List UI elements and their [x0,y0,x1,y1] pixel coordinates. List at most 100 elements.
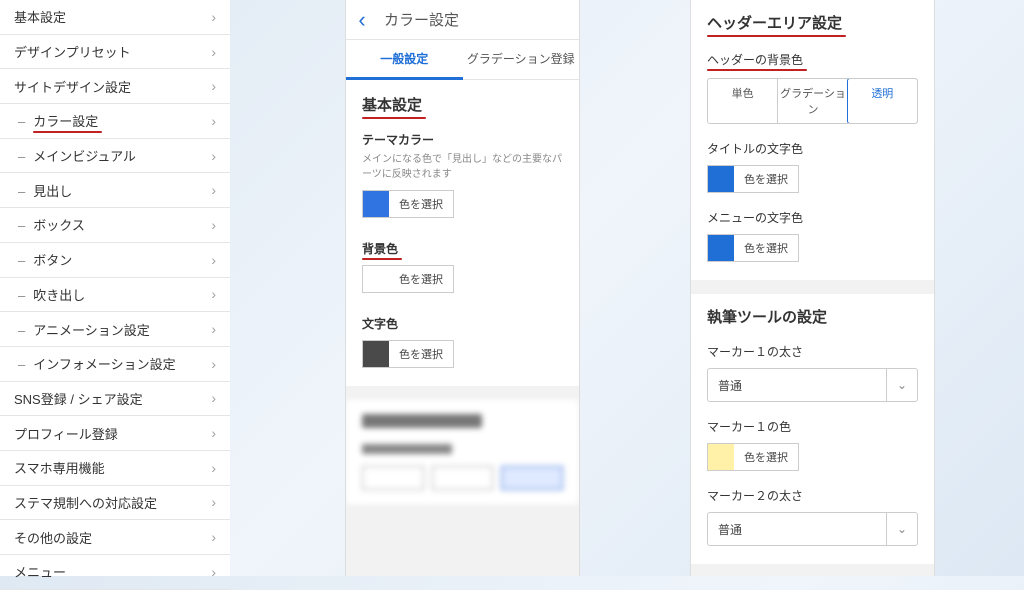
sidebar-item-label: ボタン [33,253,72,268]
sidebar-item-design-preset[interactable]: デザインプリセット › [0,35,230,70]
sidebar-item-profile[interactable]: プロフィール登録 › [0,416,230,451]
sidebar-item-label: インフォメーション設定 [33,357,175,372]
bg-color-picker[interactable]: 色を選択 [362,265,454,293]
color-swatch [363,191,389,217]
dash-icon: – [18,288,25,303]
chevron-right-icon: › [211,494,216,510]
marker2-thickness-select[interactable]: 普通 ⌄ [707,512,918,546]
seg-transparent[interactable]: 透明 [847,78,918,124]
tab-general[interactable]: 一般設定 [346,40,463,80]
section-title: 執筆ツールの設定 [707,306,827,327]
sidebar-item-label: カラー設定 [33,114,98,129]
sidebar-item-button[interactable]: –ボタン › [0,243,230,278]
back-button[interactable]: ‹ [346,7,378,33]
color-settings-panel: ‹ カラー設定 一般設定 グラデーション登録 基本設定 テーマカラー メインにな… [345,0,580,576]
sidebar-item-label: デザインプリセット [14,42,131,61]
color-pick-label: 色を選択 [389,346,453,362]
color-swatch [708,235,734,261]
sidebar-item-label: 基本設定 [14,7,66,26]
section-title: ヘッダーエリア設定 [707,12,842,33]
basic-settings-section: 基本設定 テーマカラー メインになる色で「見出し」などの主要なパーツに反映されま… [346,80,579,386]
theme-color-label: テーマカラー [362,131,563,148]
sidebar-item-information[interactable]: –インフォメーション設定 › [0,347,230,382]
seg-gradient[interactable]: グラデーション [777,79,847,123]
sidebar-item-label: ボックス [33,218,85,233]
sidebar-item-label: 見出し [33,184,72,199]
chevron-right-icon: › [211,356,216,372]
sidebar-item-label: SNS登録 / シェア設定 [14,389,143,408]
color-pick-label: 色を選択 [734,240,798,256]
seg-solid[interactable]: 単色 [708,79,777,123]
chevron-down-icon: ⌄ [886,513,907,545]
sidebar-item-label: メインビジュアル [33,149,136,164]
chevron-right-icon: › [211,217,216,233]
dash-icon: – [18,218,25,233]
sidebar-item-color-settings[interactable]: –カラー設定 › [0,104,230,139]
panel-title: カラー設定 [378,9,579,30]
sidebar-item-label: スマホ専用機能 [14,458,105,477]
sidebar-item-smartphone[interactable]: スマホ専用機能 › [0,451,230,486]
sidebar-item-label: 吹き出し [33,288,85,303]
panel-body: 基本設定 テーマカラー メインになる色で「見出し」などの主要なパーツに反映されま… [346,80,579,576]
chevron-down-icon: ⌄ [886,369,907,401]
marker1-color-picker[interactable]: 色を選択 [707,443,799,471]
select-value: 普通 [718,377,742,394]
sidebar-item-menu[interactable]: メニュー › [0,555,230,590]
right-panel-body: ヘッダーエリア設定 ヘッダーの背景色 単色 グラデーション 透明 タイトルの文字… [691,0,934,576]
chevron-right-icon: › [211,425,216,441]
chevron-right-icon: › [211,460,216,476]
tab-gradient[interactable]: グラデーション登録 [463,40,580,79]
title-color-picker[interactable]: 色を選択 [707,165,799,193]
sidebar-item-speech-bubble[interactable]: –吹き出し › [0,278,230,313]
header-area-panel: ヘッダーエリア設定 ヘッダーの背景色 単色 グラデーション 透明 タイトルの文字… [690,0,935,576]
sidebar-item-label: アニメーション設定 [33,323,149,338]
chevron-right-icon: › [211,252,216,268]
chevron-right-icon: › [211,286,216,302]
dash-icon: – [18,184,25,199]
color-pick-label: 色を選択 [734,171,798,187]
settings-sidebar: 基本設定 › デザインプリセット › サイトデザイン設定 › –カラー設定 › … [0,0,230,576]
sidebar-item-site-design[interactable]: サイトデザイン設定 › [0,69,230,104]
color-pick-label: 色を選択 [389,196,453,212]
text-color-picker[interactable]: 色を選択 [362,340,454,368]
chevron-right-icon: › [211,529,216,545]
dash-icon: – [18,253,25,268]
chevron-right-icon: › [211,321,216,337]
chevron-right-icon: › [211,564,216,580]
marker1-thickness-select[interactable]: 普通 ⌄ [707,368,918,402]
chevron-right-icon: › [211,390,216,406]
theme-color-picker[interactable]: 色を選択 [362,190,454,218]
menu-color-picker[interactable]: 色を選択 [707,234,799,262]
color-swatch [708,444,734,470]
writing-tools-section: 執筆ツールの設定 マーカー１の太さ 普通 ⌄ マーカー１の色 色を選択 マーカー… [691,294,934,564]
chevron-right-icon: › [211,9,216,25]
header-bg-segmented: 単色 グラデーション 透明 [707,78,918,124]
dash-icon: – [18,323,25,338]
section-title: 基本設定 [362,94,422,115]
color-swatch [708,166,734,192]
sidebar-item-heading[interactable]: –見出し › [0,173,230,208]
panel-tabs: 一般設定 グラデーション登録 [346,40,579,80]
sidebar-item-stealth-marketing[interactable]: ステマ規制への対応設定 › [0,486,230,521]
chevron-right-icon: › [211,78,216,94]
sidebar-item-other[interactable]: その他の設定 › [0,520,230,555]
text-color-label: 文字色 [362,315,563,332]
sidebar-item-label: ステマ規制への対応設定 [14,493,157,512]
sidebar-item-basic-settings[interactable]: 基本設定 › [0,0,230,35]
sidebar-item-animation[interactable]: –アニメーション設定 › [0,312,230,347]
color-pick-label: 色を選択 [734,449,798,465]
sidebar-item-main-visual[interactable]: –メインビジュアル › [0,139,230,174]
color-swatch [363,341,389,367]
color-swatch [363,266,389,292]
color-pick-label: 色を選択 [389,271,453,287]
sidebar-item-label: プロフィール登録 [14,424,118,443]
chevron-right-icon: › [211,44,216,60]
header-bg-label: ヘッダーの背景色 [707,51,918,68]
sidebar-item-label: サイトデザイン設定 [14,77,131,96]
marker2-thickness-label: マーカー２の太さ [707,487,918,504]
sidebar-item-sns-share[interactable]: SNS登録 / シェア設定 › [0,382,230,417]
sidebar-item-box[interactable]: –ボックス › [0,208,230,243]
panel-header: ‹ カラー設定 [346,0,579,40]
bg-color-label: 背景色 [362,240,563,257]
dash-icon: – [18,357,25,372]
